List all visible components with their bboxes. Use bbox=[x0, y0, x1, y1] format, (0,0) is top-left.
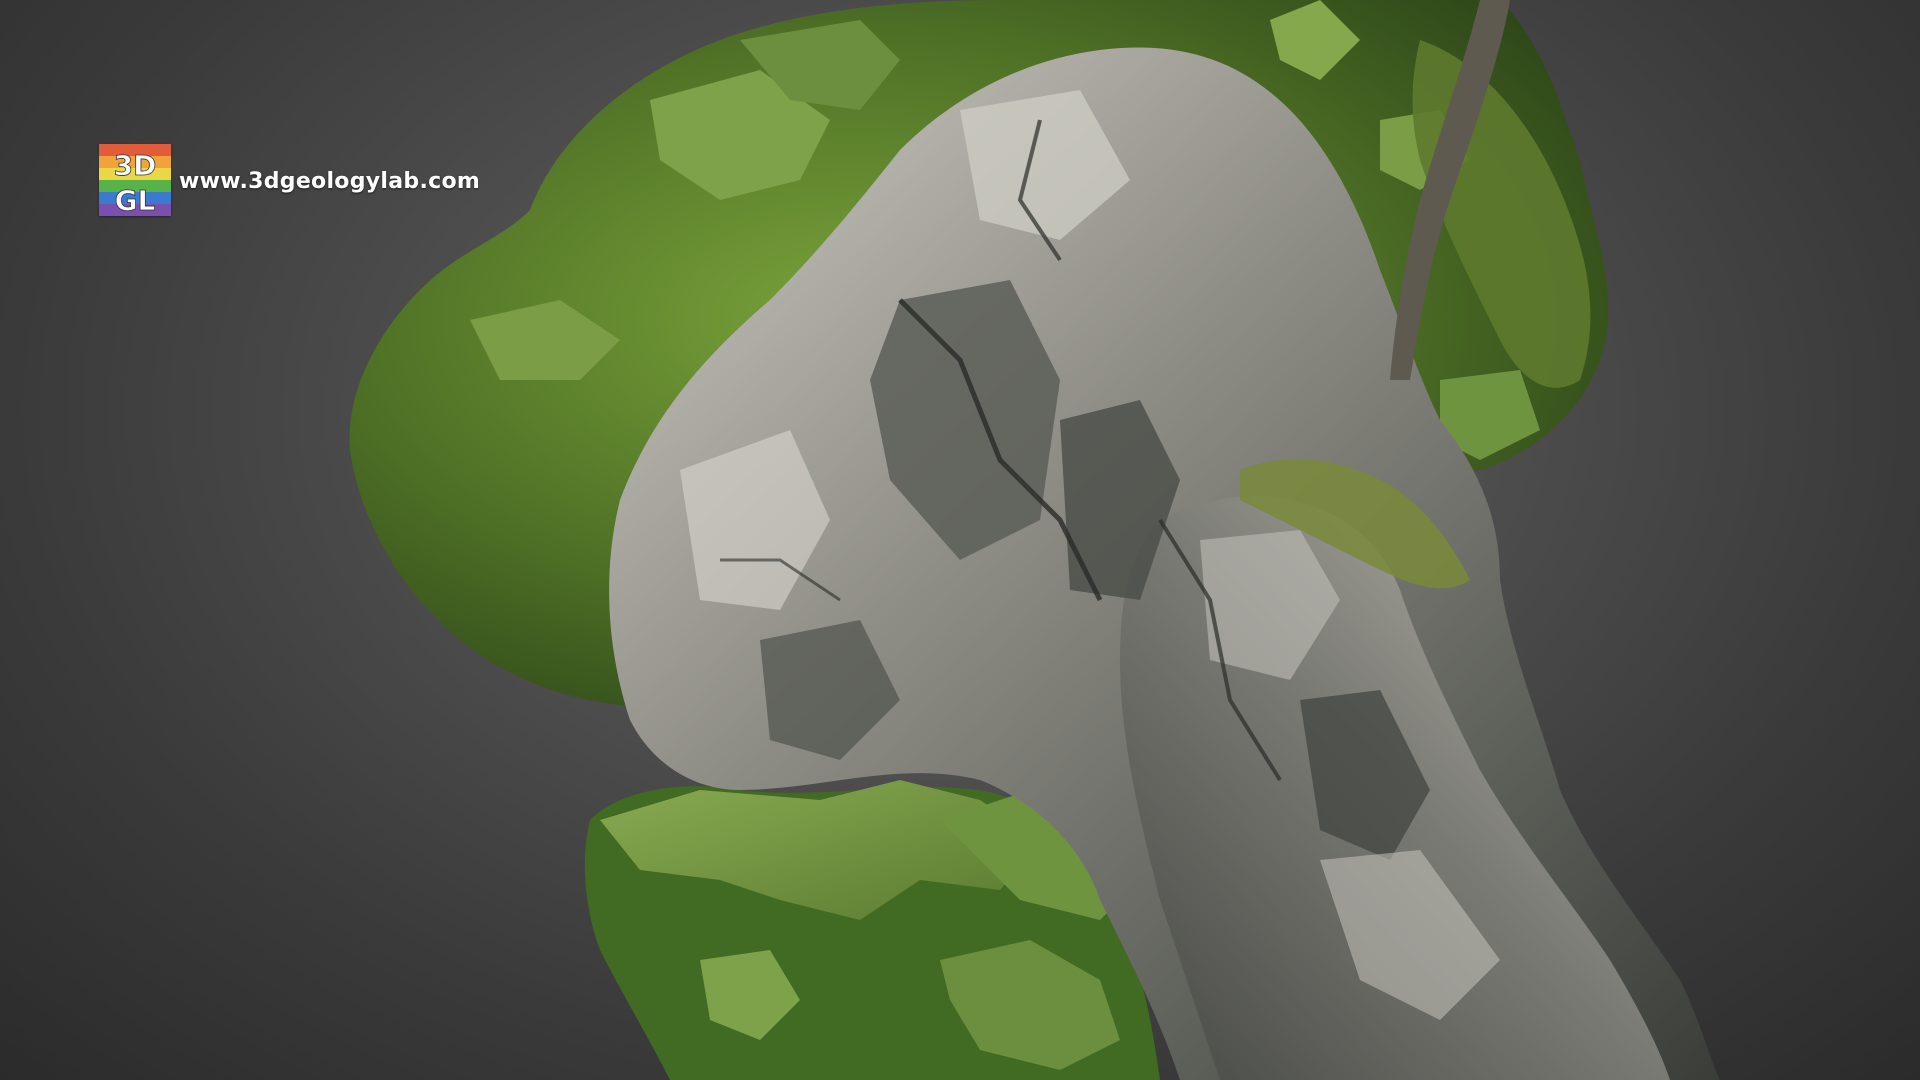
logo-text-top: 3D bbox=[114, 149, 157, 182]
site-url: www.3dgeologylab.com bbox=[179, 168, 481, 194]
3dgl-logo: 3D GL bbox=[99, 144, 171, 216]
model-viewport[interactable]: 3D GL www.3dgeologylab.com bbox=[0, 0, 1920, 1080]
logo-text-bottom: GL bbox=[115, 184, 156, 216]
texture-overlay bbox=[300, 0, 1750, 1080]
watermark: 3D GL www.3dgeologylab.com bbox=[99, 144, 480, 216]
